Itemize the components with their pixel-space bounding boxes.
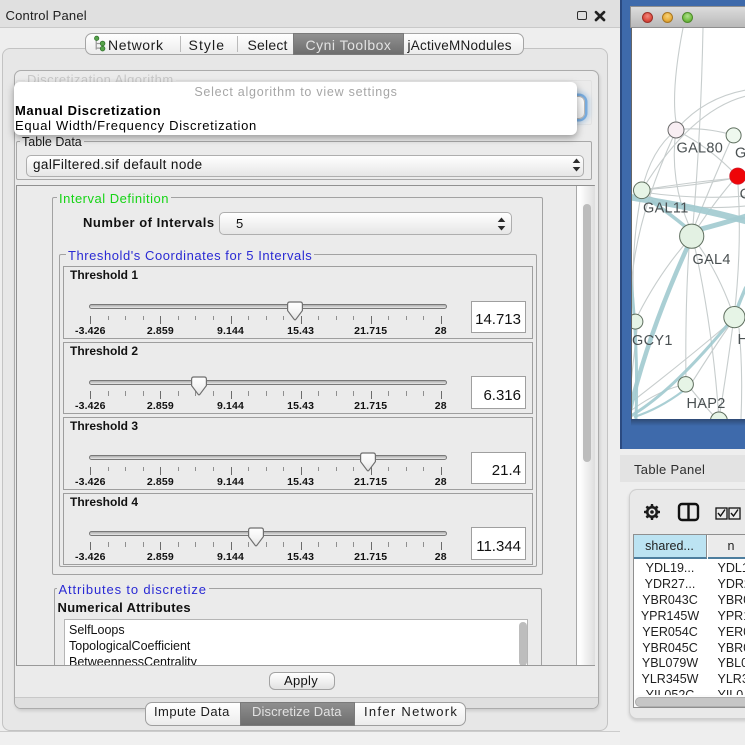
- svg-text:GAL80: GAL80: [677, 141, 724, 157]
- svg-text:GAL11: GAL11: [643, 201, 689, 217]
- svg-text:GAL4: GAL4: [693, 252, 731, 268]
- svg-text:C: C: [740, 187, 745, 203]
- svg-text:HAP2: HAP2: [687, 396, 726, 412]
- svg-text:GA: GA: [735, 145, 745, 161]
- svg-text:H: H: [738, 332, 745, 348]
- svg-text:GCY1: GCY1: [632, 333, 673, 349]
